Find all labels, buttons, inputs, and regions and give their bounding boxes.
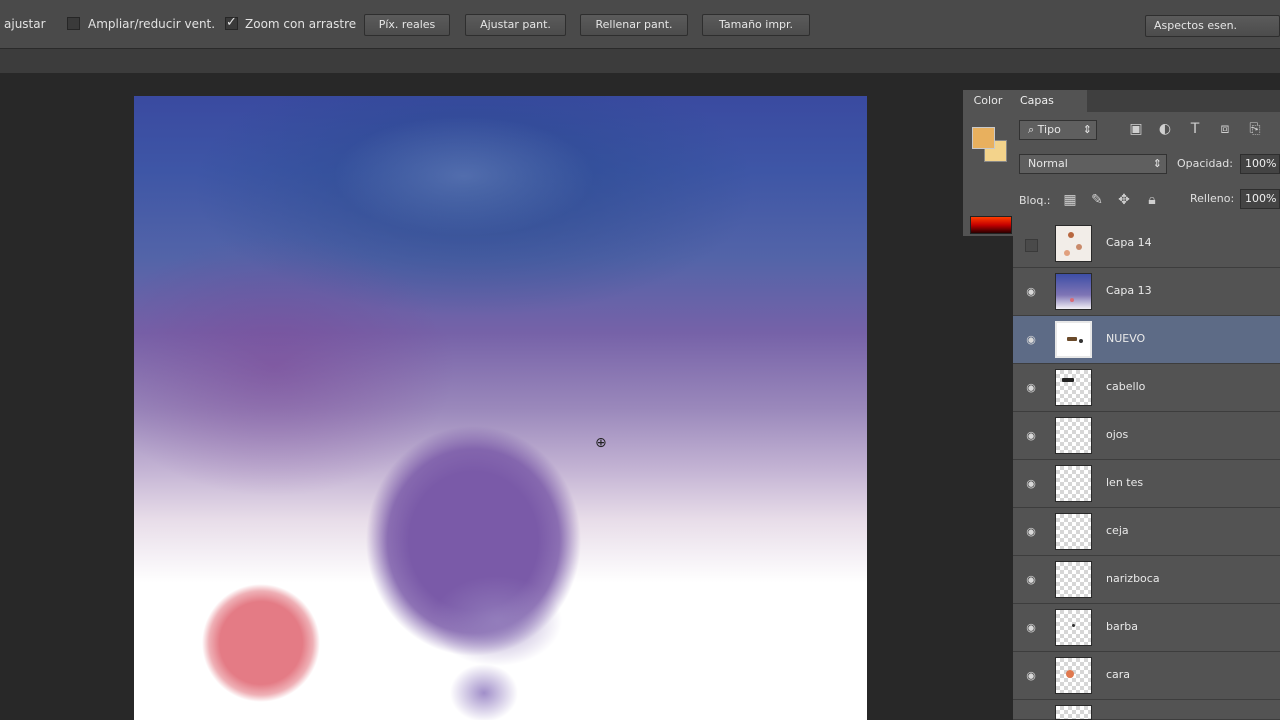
options-bar: ajustar Ampliar/reducir vent. ✓ Zoom con… — [0, 0, 1280, 49]
eye-icon[interactable]: ◉ — [1023, 381, 1039, 395]
shape-filter-icon[interactable]: ⧈ — [1216, 120, 1234, 138]
checkmark-icon: ✓ — [226, 15, 237, 30]
layer-thumbnail — [1055, 321, 1092, 358]
lock-brush-icon[interactable]: ✎ — [1088, 191, 1106, 209]
filter-kind-select[interactable]: ⌕ Tipo ⇕ — [1019, 120, 1097, 140]
eye-icon[interactable]: ◉ — [1023, 333, 1039, 347]
color-ramp[interactable] — [970, 216, 1012, 234]
layer-row[interactable]: ◉ ceja — [1013, 508, 1280, 556]
image-filter-icon[interactable]: ▣ — [1127, 120, 1145, 138]
filter-kind-value: Tipo — [1037, 123, 1061, 136]
lock-pixels-icon[interactable]: ▦ — [1061, 191, 1079, 209]
workspace-switcher[interactable]: Aspectos esen. — [1145, 15, 1280, 37]
layer-row[interactable]: ◉ cara — [1013, 652, 1280, 700]
layer-row[interactable]: ◉ narizboca — [1013, 556, 1280, 604]
layer-thumbnail — [1055, 561, 1092, 598]
eye-icon[interactable]: ◉ — [1023, 621, 1039, 635]
layer-thumbnail — [1055, 705, 1092, 720]
fill-screen-button[interactable]: Rellenar pant. — [580, 14, 688, 36]
chevron-updown-icon: ⇕ — [1152, 157, 1162, 170]
layer-name: ceja — [1106, 524, 1129, 537]
layer-thumbnail — [1055, 609, 1092, 646]
chevron-updown-icon: ⇕ — [1082, 123, 1092, 136]
resize-windows-checkbox[interactable] — [67, 17, 80, 30]
layer-row[interactable]: ◉ Capa 13 — [1013, 268, 1280, 316]
layer-thumbnail — [1055, 417, 1092, 454]
type-filter-icon[interactable]: T — [1186, 120, 1204, 138]
layer-name: Capa 14 — [1106, 236, 1152, 249]
visibility-toggle-off[interactable] — [1025, 239, 1038, 252]
layer-name: NUEVO — [1106, 332, 1146, 345]
layer-thumbnail — [1055, 273, 1092, 310]
fill-label: Relleno: — [1190, 192, 1235, 205]
actual-pixels-button[interactable]: Píx. reales — [364, 14, 450, 36]
layer-row[interactable]: ◉ len tes — [1013, 460, 1280, 508]
scrubby-zoom-checkbox[interactable]: ✓ — [225, 15, 238, 30]
eye-icon[interactable]: ◉ — [1023, 285, 1039, 299]
fill-input[interactable]: 100% — [1240, 189, 1280, 209]
eye-icon[interactable]: ◉ — [1023, 669, 1039, 683]
blend-mode-select[interactable]: Normal ⇕ — [1019, 154, 1167, 174]
eye-icon[interactable]: ◉ — [1023, 429, 1039, 443]
eye-icon[interactable]: ◉ — [1023, 573, 1039, 587]
print-size-button[interactable]: Tamaño impr. — [702, 14, 810, 36]
layer-row[interactable]: ◉ ojos — [1013, 412, 1280, 460]
blend-mode-value: Normal — [1028, 157, 1068, 170]
layer-name: cara — [1106, 668, 1131, 681]
layer-thumbnail — [1055, 369, 1092, 406]
lock-all-icon[interactable]: 🔒︎ — [1143, 191, 1161, 209]
layer-name: ojos — [1106, 428, 1129, 441]
layer-name: len tes — [1106, 476, 1144, 489]
layer-thumbnail — [1055, 225, 1092, 262]
layer-thumbnail — [1055, 657, 1092, 694]
tab-layers[interactable]: Capas — [1013, 90, 1087, 112]
adjustment-filter-icon[interactable]: ◐ — [1156, 120, 1174, 138]
zoom-cursor-icon: ⊕ — [595, 435, 607, 451]
eye-icon[interactable]: ◉ — [1023, 477, 1039, 491]
fit-screen-button[interactable]: Ajustar pant. — [465, 14, 566, 36]
layer-name: cabello — [1106, 380, 1146, 393]
smart-object-filter-icon[interactable]: ⎘ — [1246, 120, 1264, 138]
document-canvas[interactable] — [134, 96, 867, 720]
lock-label: Bloq.: — [1019, 194, 1051, 207]
layer-thumbnail — [1055, 465, 1092, 502]
eye-icon[interactable]: ◉ — [1023, 525, 1039, 539]
lock-position-icon[interactable]: ✥ — [1115, 191, 1133, 209]
scrubby-zoom-label[interactable]: Zoom con arrastre — [245, 17, 356, 31]
pink-circle — [202, 584, 320, 702]
document-tab-bar — [0, 49, 1280, 73]
tab-color[interactable]: Color — [963, 90, 1013, 112]
layer-name: barba — [1106, 620, 1138, 633]
layer-name: narizboca — [1106, 572, 1160, 585]
light-streak — [334, 116, 594, 236]
violet-blob-drop — [450, 664, 518, 720]
layer-name: Capa 13 — [1106, 284, 1152, 297]
ajustar-label: ajustar — [4, 17, 46, 31]
layer-row-partial[interactable] — [1013, 700, 1280, 720]
search-icon: ⌕ — [1028, 123, 1038, 136]
layer-thumbnail — [1055, 513, 1092, 550]
opacity-input[interactable]: 100% — [1240, 154, 1280, 174]
foreground-color-swatch[interactable] — [972, 127, 995, 149]
layer-row[interactable]: Capa 14 — [1013, 220, 1280, 268]
resize-windows-label[interactable]: Ampliar/reducir vent. — [88, 17, 215, 31]
violet-blob-lower — [432, 576, 562, 666]
layer-row[interactable]: ◉ barba — [1013, 604, 1280, 652]
layer-row-selected[interactable]: ◉ NUEVO — [1013, 316, 1280, 364]
layer-row[interactable]: ◉ cabello — [1013, 364, 1280, 412]
opacity-label: Opacidad: — [1177, 157, 1233, 170]
